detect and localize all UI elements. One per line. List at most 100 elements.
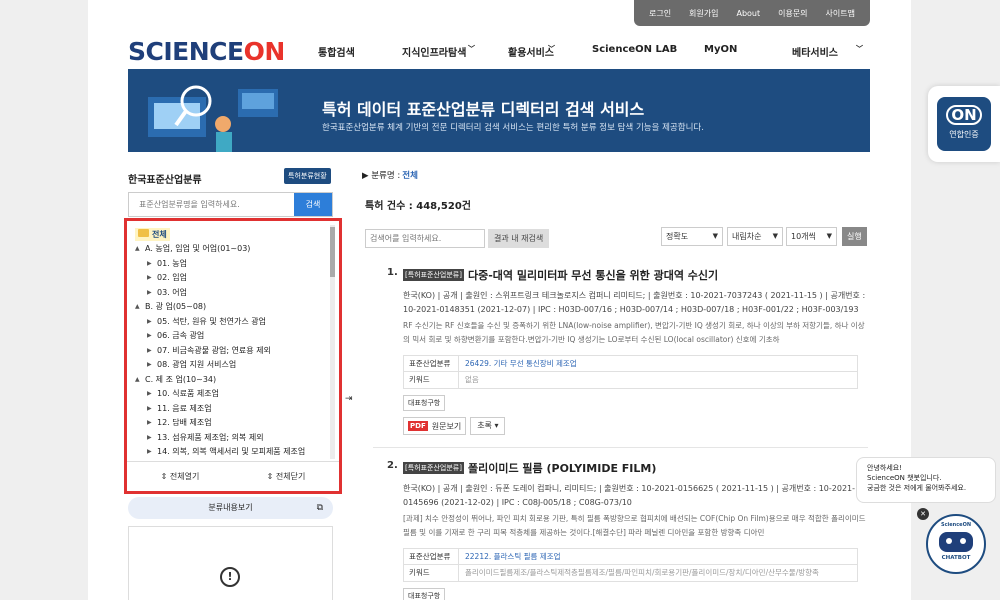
tree-scrollbar[interactable] <box>330 225 335 459</box>
result-classification: 표준산업분류 22212. 플라스틱 필름 제조업 키워드 폴리이미드필름제조/플라… <box>403 548 858 582</box>
caret-right-icon[interactable]: ▶ <box>147 289 157 296</box>
refine-search-input[interactable] <box>365 229 485 248</box>
tree-root[interactable]: 전체 <box>135 227 339 242</box>
category-badge: [특허표준산업분류] <box>403 269 464 281</box>
expand-all-button[interactable]: ⇕ 전체열기 <box>161 471 200 482</box>
representative-claim-button[interactable]: 대표청구항 <box>403 395 446 411</box>
chevron-down-icon: ▼ <box>772 232 778 240</box>
caret-right-icon[interactable]: ▶ <box>147 390 157 397</box>
abstract-toggle[interactable]: 초록 ▾ <box>470 417 506 435</box>
chevron-down-icon: ▼ <box>826 232 832 240</box>
close-icon[interactable]: ✕ <box>917 508 929 520</box>
patent-stats-button[interactable]: 특허분류현황 <box>284 168 331 184</box>
tree-node[interactable]: ▶ 02. 임업 <box>135 271 339 286</box>
chevron-down-icon: ﹀ <box>468 45 475 53</box>
tree-node[interactable]: ▶ 06. 금속 광업 <box>135 329 339 344</box>
caret-right-icon[interactable]: ▶ <box>147 419 157 426</box>
caret-down-icon[interactable]: ▲ <box>135 376 145 383</box>
on-logo-icon: ON <box>946 105 982 125</box>
tree-node-label: 08. 광업 지원 서비스업 <box>157 360 237 370</box>
result-divider <box>373 447 868 448</box>
tree-node-label: 06. 금속 광업 <box>157 331 205 341</box>
banner-title: 특허 데이터 표준산업분류 디렉터리 검색 서비스 <box>322 100 645 119</box>
tree-node[interactable]: ▶ 10. 식료품 제조업 <box>135 387 339 402</box>
order-select[interactable]: 내림차순 ▼ <box>727 227 783 246</box>
classification-tree: 전체 ▲ A. 농업, 임업 및 어업(01~03) ▶ 01. 농업 ▶ 02. 임업 ▶… <box>127 221 339 463</box>
tree-node-label: 07. 비금속광물 광업; 연료용 제외 <box>157 345 271 355</box>
tree-node-label: 03. 어업 <box>157 287 187 297</box>
tree-node[interactable]: ▶ 01. 농업 <box>135 256 339 271</box>
tree-node[interactable]: ▶ 03. 어업 <box>135 285 339 300</box>
result-filter-bar: 결과 내 재검색 정확도▼ 내림차순▼ 10개씩▼ 실행 <box>365 226 868 251</box>
caret-right-icon[interactable]: ▶ <box>147 347 157 354</box>
classification-search-button[interactable]: 검색 <box>294 193 332 216</box>
tree-node[interactable]: ▶ 12. 담배 제조업 <box>135 416 339 431</box>
classification-title: 한국표준산업분류 <box>128 175 202 186</box>
nav-beta[interactable]: 베타서비스 <box>792 44 838 59</box>
banner-illustration <box>148 85 278 152</box>
chevron-down-icon: ▾ <box>494 421 499 430</box>
classification-link[interactable]: 26429. 기타 무선 통신장비 제조업 <box>459 356 577 371</box>
tree-node[interactable]: ▲ C. 제 조 업(10~34) <box>135 372 339 387</box>
classification-link[interactable]: 22212. 플라스틱 필름 제조업 <box>459 549 561 564</box>
breadcrumb: ▶ 분류명 : 전체 <box>362 171 418 181</box>
caret-right-icon[interactable]: ▶ <box>147 361 157 368</box>
caret-right-icon[interactable]: ▶ <box>147 260 157 267</box>
tree-node[interactable]: ▶ 14. 의복, 의복 액세서리 및 모피제품 제조업 <box>135 445 339 460</box>
collapse-all-button[interactable]: ⇕ 전체닫기 <box>267 471 306 482</box>
view-classification-button[interactable]: 분류내용보기 ⧉ <box>128 497 333 519</box>
caret-right-icon[interactable]: ▶ <box>147 448 157 455</box>
result-title[interactable]: 다중-대역 밀리미터파 무선 통신을 위한 광대역 수신기 <box>468 267 718 283</box>
chatbot-button[interactable]: ScienceON CHATBOT <box>926 514 986 574</box>
tree-node[interactable]: ▶ 07. 비금속광물 광업; 연료용 제외 <box>135 343 339 358</box>
per-page-select[interactable]: 10개씩 ▼ <box>786 227 837 246</box>
representative-claim-button[interactable]: 대표청구항 <box>403 588 446 600</box>
sitemap-link[interactable]: 사이트맵 <box>826 8 855 19</box>
classification-search: 검색 <box>128 192 333 217</box>
about-link[interactable]: About <box>736 9 760 18</box>
tree-node-label: B. 광 업(05~08) <box>145 302 207 312</box>
tree-node[interactable]: ▲ B. 광 업(05~08) <box>135 300 339 315</box>
caret-down-icon[interactable]: ▲ <box>135 245 145 252</box>
tree-node-label: C. 제 조 업(10~34) <box>145 374 217 384</box>
tree-node-label: 02. 임업 <box>157 273 187 283</box>
result-abstract: RF 수신기는 RF 신호들을 수신 및 증폭하기 위한 LNA(low-noi… <box>403 321 865 344</box>
category-badge: [특허표준산업분류] <box>403 462 464 474</box>
contact-link[interactable]: 이용문의 <box>778 8 807 19</box>
tree-node[interactable]: ▶ 13. 섬유제품 제조업; 의복 제외 <box>135 430 339 445</box>
tree-node[interactable]: ▲ A. 농업, 임업 및 어업(01~03) <box>135 242 339 257</box>
classification-info-box: ! <box>128 526 333 600</box>
utility-bar: 로그인 회원가입 About 이용문의 사이트맵 <box>634 0 870 26</box>
caret-right-icon[interactable]: ▶ <box>147 274 157 281</box>
folder-icon <box>138 228 149 237</box>
caret-right-icon[interactable]: ▶ <box>147 332 157 339</box>
refine-search-button[interactable]: 결과 내 재검색 <box>488 229 550 248</box>
tree-node[interactable]: ▶ 05. 석탄, 원유 및 천연가스 광업 <box>135 314 339 329</box>
classification-tree-panel: 전체 ▲ A. 농업, 임업 및 어업(01~03) ▶ 01. 농업 ▶ 02. 임업 ▶… <box>124 218 342 494</box>
nav-knowledge-infra[interactable]: 지식인프라탐색 <box>402 44 466 59</box>
run-button[interactable]: 실행 <box>842 227 867 246</box>
panel-resize-handle[interactable]: ⇥ <box>345 394 353 412</box>
federated-auth-widget[interactable]: ON 연합인증 <box>928 86 1000 162</box>
caret-down-icon[interactable]: ▲ <box>135 303 145 310</box>
nav-myon[interactable]: MyON <box>704 44 737 55</box>
caret-right-icon[interactable]: ▶ <box>147 405 157 412</box>
banner-description: 한국표준산업분류 체계 기반의 전문 디렉터리 검색 서비스는 편리한 특허 분… <box>322 123 704 133</box>
tree-node[interactable]: ▶ 11. 음료 제조업 <box>135 401 339 416</box>
pdf-icon: PDF <box>408 421 428 431</box>
classification-search-input[interactable] <box>129 193 294 216</box>
sort-select[interactable]: 정확도 ▼ <box>661 227 723 246</box>
robot-icon <box>939 532 973 552</box>
signup-link[interactable]: 회원가입 <box>689 8 718 19</box>
nav-integrated-search[interactable]: 통합검색 <box>318 44 355 59</box>
tree-node[interactable]: ▶ 08. 광업 지원 서비스업 <box>135 358 339 373</box>
tree-node-label: A. 농업, 임업 및 어업(01~03) <box>145 244 251 254</box>
tree-controls: ⇕ 전체열기 ⇕ 전체닫기 <box>127 461 339 491</box>
view-original-button[interactable]: PDF 원문보기 <box>403 417 467 435</box>
scienceon-logo[interactable]: SCIENCE ON <box>128 36 285 66</box>
caret-right-icon[interactable]: ▶ <box>147 318 157 325</box>
login-link[interactable]: 로그인 <box>649 8 671 19</box>
nav-lab[interactable]: ScienceON LAB <box>592 44 677 55</box>
caret-right-icon[interactable]: ▶ <box>147 434 157 441</box>
result-title[interactable]: 폴리이미드 필름 (POLYIMIDE FILM) <box>468 460 656 476</box>
